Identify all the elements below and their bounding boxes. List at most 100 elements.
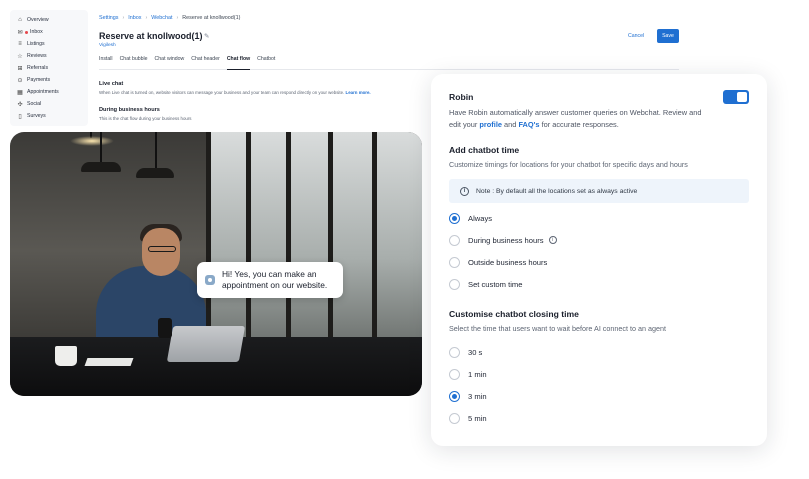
- closing-time-option[interactable]: 1 min: [449, 367, 487, 381]
- sidebar-item-payments[interactable]: ⊙ Payments: [10, 74, 88, 86]
- closing-time-option-label: 5 min: [468, 413, 487, 423]
- inbox-icon: ✉: [17, 29, 23, 36]
- tab-install[interactable]: Install: [99, 56, 113, 70]
- home-icon: ⌂: [18, 17, 22, 23]
- breadcrumb-current: Reserve at knollwood(1): [182, 15, 241, 21]
- breadcrumb-inbox[interactable]: Inbox: [128, 15, 141, 21]
- tab-chat-bubble[interactable]: Chat bubble: [120, 56, 148, 70]
- live-chat-description: When Live chat is turned on, website vis…: [99, 90, 371, 95]
- appointments-icon: ▦: [17, 89, 23, 96]
- breadcrumb-settings[interactable]: Settings: [99, 15, 118, 21]
- sidebar-item-listings[interactable]: ≡ Listings: [10, 38, 88, 50]
- tab-chatbot[interactable]: Chatbot: [257, 56, 275, 70]
- window-frame: [372, 132, 377, 342]
- radio-button[interactable]: [449, 212, 460, 224]
- live-chat-title: Live chat: [99, 81, 124, 87]
- sidebar-item-inbox[interactable]: ✉ Inbox: [10, 26, 88, 38]
- chatbot-time-option[interactable]: Always: [449, 211, 492, 225]
- window-backdrop: [206, 132, 422, 342]
- sidebar-item-referrals[interactable]: ⊞ Referrals: [10, 62, 88, 74]
- sidebar: ⌂ Overview ✉ Inbox ≡ Listings ☆ Reviews ⊞ Referra…: [10, 10, 88, 126]
- robin-toggle[interactable]: [723, 90, 749, 104]
- chat-bubble-preview: Hi! Yes, you can make an appointment on …: [197, 262, 343, 298]
- smartphone: [158, 318, 172, 338]
- surveys-icon: ▯: [18, 113, 22, 120]
- chatbot-settings-card: Robin Have Robin automatically answer cu…: [431, 74, 767, 446]
- sidebar-item-label: Referrals: [27, 65, 49, 71]
- chatbot-time-title: Add chatbot time: [449, 145, 520, 155]
- robin-desc-text: for accurate responses.: [539, 119, 619, 129]
- sidebar-item-label: Inbox: [30, 29, 43, 35]
- radio-button[interactable]: [449, 412, 460, 424]
- closing-time-title: Customise chatbot closing time: [449, 309, 579, 319]
- toggle-knob: [737, 92, 747, 102]
- closing-time-subtitle: Select the time that users want to wait …: [449, 324, 666, 333]
- edit-pencil-icon[interactable]: ✎: [204, 32, 209, 40]
- tab-chat-window[interactable]: Chat window: [155, 56, 185, 70]
- tab-chat-flow[interactable]: Chat flow: [226, 56, 251, 70]
- learn-more-link[interactable]: Learn more.: [346, 90, 371, 95]
- owner-name: Vigilesh: [99, 43, 116, 48]
- sidebar-item-label: Payments: [27, 77, 51, 83]
- robin-description: Have Robin automatically answer customer…: [449, 107, 709, 130]
- sidebar-item-label: Surveys: [27, 113, 46, 119]
- sidebar-item-appointments[interactable]: ▦ Appointments: [10, 86, 88, 98]
- chatbot-avatar-icon: [205, 275, 215, 285]
- sidebar-item-label: Reviews: [27, 53, 47, 59]
- breadcrumb-webchat[interactable]: Webchat: [151, 15, 172, 21]
- lamp-cord: [100, 132, 102, 162]
- radio-button[interactable]: [449, 256, 460, 268]
- closing-time-option-label: 3 min: [468, 391, 487, 401]
- window-frame: [206, 132, 211, 342]
- faq-link[interactable]: FAQ's: [518, 120, 539, 129]
- sidebar-item-overview[interactable]: ⌂ Overview: [10, 14, 88, 26]
- chat-message-line: Hi! Yes, you can make an: [222, 269, 317, 279]
- profile-link[interactable]: profile: [479, 120, 502, 129]
- window-frame: [246, 132, 251, 342]
- chatbot-time-option-label: Always: [468, 213, 493, 223]
- sidebar-item-social[interactable]: ✣ Social: [10, 98, 88, 110]
- tab-chat-header[interactable]: Chat header: [191, 56, 220, 70]
- laptop: [166, 326, 246, 362]
- radio-button[interactable]: [449, 368, 460, 380]
- radio-button[interactable]: [449, 390, 460, 402]
- business-hours-title: During business hours: [99, 107, 160, 113]
- notepad: [84, 358, 134, 366]
- radio-button[interactable]: [449, 234, 460, 246]
- payments-icon: ⊙: [17, 77, 23, 84]
- reviews-icon: ☆: [17, 53, 23, 60]
- sidebar-item-label: Overview: [27, 17, 49, 23]
- chatbot-time-option-label: Set custom time: [468, 279, 523, 289]
- chatbot-time-option[interactable]: During business hours i: [449, 233, 557, 247]
- listings-icon: ≡: [18, 41, 22, 47]
- pendant-lamp: [136, 168, 174, 178]
- chatbot-time-option[interactable]: Set custom time: [449, 277, 522, 291]
- breadcrumb-separator: ›: [145, 15, 148, 21]
- cancel-button[interactable]: Cancel: [628, 33, 644, 39]
- closing-time-option-label: 1 min: [468, 369, 487, 379]
- sidebar-item-label: Social: [27, 101, 42, 107]
- radio-button[interactable]: [449, 278, 460, 290]
- business-hours-description: This is the chat flow during your busine…: [99, 116, 192, 121]
- closing-time-option[interactable]: 5 min: [449, 411, 487, 425]
- glasses: [148, 246, 176, 252]
- closing-time-option[interactable]: 30 s: [449, 345, 482, 359]
- chatbot-time-option-label: Outside business hours: [468, 257, 548, 267]
- person-face: [142, 228, 180, 276]
- radio-button[interactable]: [449, 346, 460, 358]
- info-icon: i: [460, 186, 469, 196]
- sidebar-item-surveys[interactable]: ▯ Surveys: [10, 110, 88, 122]
- live-chat-desc-text: When Live chat is turned on, website vis…: [99, 90, 345, 95]
- robin-title: Robin: [449, 92, 474, 102]
- info-icon[interactable]: i: [548, 236, 557, 244]
- chatbot-time-option[interactable]: Outside business hours: [449, 255, 547, 269]
- page-title: Reserve at knollwood(1): [99, 31, 203, 41]
- coffee-mug: [55, 346, 77, 366]
- chat-message-line: appointment on our website.: [222, 280, 328, 290]
- chatbot-time-subtitle: Customize timings for locations for your…: [449, 160, 688, 169]
- save-button[interactable]: Save: [657, 29, 679, 43]
- note-text: Note : By default all the locations set …: [476, 187, 638, 195]
- sidebar-item-reviews[interactable]: ☆ Reviews: [10, 50, 88, 62]
- breadcrumb-separator: ›: [176, 15, 179, 21]
- closing-time-option[interactable]: 3 min: [449, 389, 487, 403]
